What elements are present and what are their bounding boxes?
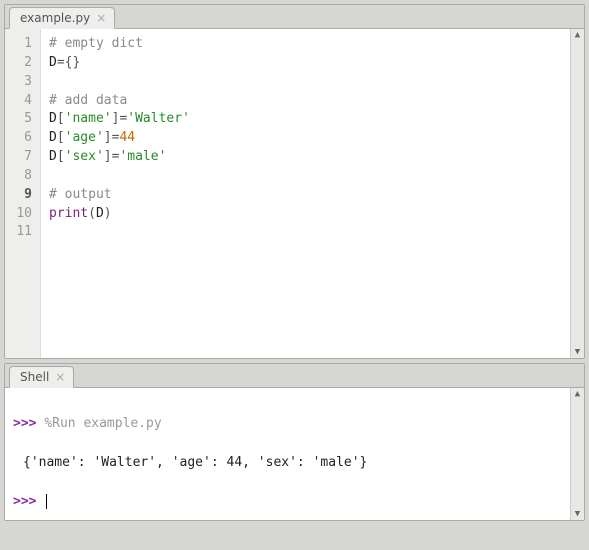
code-token: ( — [88, 206, 96, 221]
code-token: ] — [104, 149, 112, 164]
editor-tab[interactable]: example.py × — [9, 7, 115, 29]
code-token: = — [57, 55, 65, 70]
code-token: {} — [65, 55, 81, 70]
shell-prompt: >>> — [13, 494, 36, 509]
line-number: 5 — [9, 110, 32, 129]
shell-body[interactable]: >>> %Run example.py {'name': 'Walter', '… — [5, 388, 584, 520]
code-line[interactable]: D={} — [49, 54, 576, 73]
code-token: 'age' — [65, 130, 104, 145]
shell-output: {'name': 'Walter', 'age': 44, 'sex': 'ma… — [13, 455, 367, 470]
line-number: 8 — [9, 167, 32, 186]
editor-body[interactable]: 1234567891011 # empty dictD={} # add dat… — [5, 29, 584, 358]
code-line[interactable]: print(D) — [49, 205, 576, 224]
code-token: # empty dict — [49, 36, 143, 51]
code-token: [ — [57, 149, 65, 164]
code-token: D — [49, 149, 57, 164]
line-number: 4 — [9, 92, 32, 111]
scroll-down-icon[interactable]: ▼ — [572, 346, 584, 358]
code-line[interactable]: D['sex']='male' — [49, 148, 576, 167]
line-number: 11 — [9, 223, 32, 242]
code-line[interactable]: # output — [49, 186, 576, 205]
line-gutter: 1234567891011 — [5, 29, 41, 358]
code-line[interactable] — [49, 223, 576, 242]
shell-prompt: >>> — [13, 416, 36, 431]
close-icon[interactable]: × — [55, 371, 65, 383]
line-number: 6 — [9, 129, 32, 148]
scroll-up-icon[interactable]: ▲ — [572, 388, 584, 400]
shell-tab-label: Shell — [20, 370, 49, 384]
code-token: ) — [104, 206, 112, 221]
code-token: ] — [104, 130, 112, 145]
code-token: 'name' — [65, 111, 112, 126]
code-token: # add data — [49, 93, 127, 108]
shell-tabbar: Shell × — [5, 364, 584, 388]
scroll-up-icon[interactable]: ▲ — [572, 29, 584, 41]
shell-tab[interactable]: Shell × — [9, 366, 74, 388]
code-token: D — [49, 111, 57, 126]
shell-scrollbar[interactable]: ▲ ▼ — [570, 388, 584, 520]
code-area[interactable]: # empty dictD={} # add dataD['name']='Wa… — [41, 29, 584, 358]
line-number: 1 — [9, 35, 32, 54]
cursor-icon — [46, 494, 47, 509]
editor-tab-label: example.py — [20, 11, 90, 25]
code-line[interactable] — [49, 73, 576, 92]
line-number: 7 — [9, 148, 32, 167]
code-line[interactable] — [49, 167, 576, 186]
code-token: 44 — [119, 130, 135, 145]
code-line[interactable]: D['age']=44 — [49, 129, 576, 148]
close-icon[interactable]: × — [96, 12, 106, 24]
code-token: D — [49, 55, 57, 70]
code-token: 'male' — [119, 149, 166, 164]
editor-pane: example.py × 1234567891011 # empty dict D… — [4, 4, 585, 359]
code-line[interactable]: D['name']='Walter' — [49, 110, 576, 129]
code-token: [ — [57, 111, 65, 126]
code-token: 'Walter' — [127, 111, 190, 126]
code-token: 'sex' — [65, 149, 104, 164]
editor-scrollbar[interactable]: ▲ ▼ — [570, 29, 584, 358]
scroll-down-icon[interactable]: ▼ — [572, 508, 584, 520]
line-number: 10 — [9, 205, 32, 224]
code-token: # output — [49, 187, 112, 202]
editor-tabbar: example.py × — [5, 5, 584, 29]
code-line[interactable]: # add data — [49, 92, 576, 111]
shell-pane: Shell × >>> %Run example.py {'name': 'Wa… — [4, 363, 585, 521]
code-token: print — [49, 206, 88, 221]
line-number: 9 — [9, 186, 32, 205]
code-line[interactable]: # empty dict — [49, 35, 576, 54]
shell-run-command: %Run example.py — [44, 416, 161, 431]
line-number: 2 — [9, 54, 32, 73]
line-number: 3 — [9, 73, 32, 92]
code-token: [ — [57, 130, 65, 145]
code-token: D — [96, 206, 104, 221]
code-token: D — [49, 130, 57, 145]
